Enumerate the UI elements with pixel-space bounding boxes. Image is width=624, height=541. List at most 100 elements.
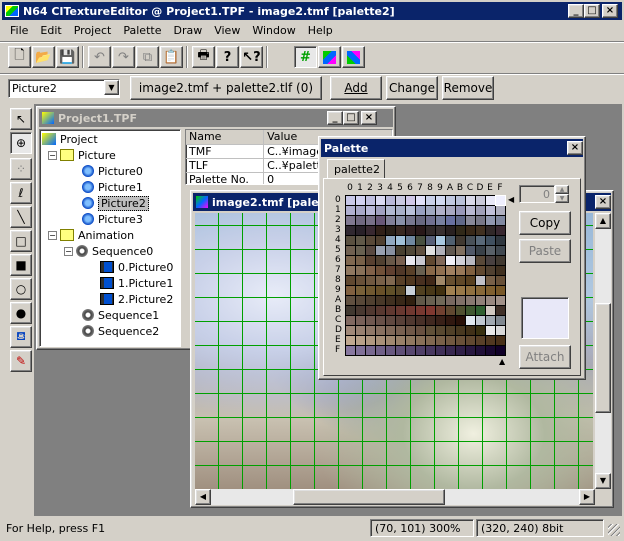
tree-sequence1[interactable]: Sequence1 xyxy=(82,307,159,323)
palette-swatch[interactable] xyxy=(366,286,375,295)
palette-swatch[interactable] xyxy=(446,196,455,205)
close-button[interactable]: × xyxy=(602,4,618,18)
tree-frame1[interactable]: 1.Picture1 xyxy=(100,275,173,291)
palette-swatch[interactable] xyxy=(356,316,365,325)
palette-swatch[interactable] xyxy=(436,346,445,355)
palette-swatch[interactable] xyxy=(396,246,405,255)
palette-swatch[interactable] xyxy=(486,226,495,235)
fill-tool-icon[interactable]: ⛾ xyxy=(10,326,32,348)
palette-swatch[interactable] xyxy=(466,226,475,235)
palette-swatch[interactable] xyxy=(486,246,495,255)
palette-swatch[interactable] xyxy=(436,266,445,275)
menu-draw[interactable]: Draw xyxy=(167,22,208,40)
palette-swatch[interactable] xyxy=(416,256,425,265)
palette-swatch[interactable] xyxy=(466,346,475,355)
palette-swatch[interactable] xyxy=(416,326,425,335)
palette-swatch[interactable] xyxy=(436,286,445,295)
palette-swatch[interactable] xyxy=(376,196,385,205)
palette-swatch[interactable] xyxy=(456,316,465,325)
lasso-tool-icon[interactable]: ℓ xyxy=(10,182,32,204)
palette-swatch[interactable] xyxy=(456,306,465,315)
palette-swatch[interactable] xyxy=(436,326,445,335)
palette-swatch[interactable] xyxy=(356,216,365,225)
palette-swatch[interactable] xyxy=(386,306,395,315)
palette-swatch[interactable] xyxy=(356,206,365,215)
menu-view[interactable]: View xyxy=(208,22,246,40)
palette-swatch[interactable] xyxy=(486,256,495,265)
open-icon[interactable]: 📂 xyxy=(32,46,55,68)
palette-swatch[interactable] xyxy=(356,196,365,205)
palette-swatch[interactable] xyxy=(346,266,355,275)
palette-swatch[interactable] xyxy=(496,226,505,235)
palette-swatch[interactable] xyxy=(346,246,355,255)
palette-swatch[interactable] xyxy=(406,206,415,215)
palette-swatch[interactable] xyxy=(416,266,425,275)
tree-picture3[interactable]: Picture3 xyxy=(82,211,143,227)
palette-swatch[interactable] xyxy=(466,236,475,245)
palette-swatch[interactable] xyxy=(366,226,375,235)
copy-icon[interactable]: ⧉ xyxy=(136,46,159,68)
palette-swatch[interactable] xyxy=(486,266,495,275)
spray-tool-icon[interactable]: ⁘ xyxy=(10,158,32,180)
palette-swatch[interactable] xyxy=(436,276,445,285)
collapse-icon[interactable]: − xyxy=(48,150,57,160)
tree-frame0[interactable]: 0.Picture0 xyxy=(100,259,173,275)
palette-swatch[interactable] xyxy=(476,346,485,355)
palette-swatch[interactable] xyxy=(406,286,415,295)
palette-swatch[interactable] xyxy=(396,256,405,265)
palette-swatch[interactable] xyxy=(406,236,415,245)
palette-swatch[interactable] xyxy=(366,296,375,305)
filled-rectangle-tool-icon[interactable]: ■ xyxy=(10,254,32,276)
palette-swatch[interactable] xyxy=(486,286,495,295)
palette-swatch[interactable] xyxy=(346,296,355,305)
palette-swatch[interactable] xyxy=(496,336,505,345)
tree-animation-folder[interactable]: − Animation xyxy=(48,227,134,243)
palette-swatch[interactable] xyxy=(386,196,395,205)
palette-swatch[interactable] xyxy=(476,316,485,325)
palette-swatch[interactable] xyxy=(366,236,375,245)
palette-swatch[interactable] xyxy=(376,216,385,225)
palette-swatch[interactable] xyxy=(366,326,375,335)
palette-swatch[interactable] xyxy=(486,196,495,205)
palette-swatch[interactable] xyxy=(356,276,365,285)
spin-down-icon[interactable]: ▼ xyxy=(555,194,569,203)
palette-swatch[interactable] xyxy=(346,196,355,205)
palette-swatch[interactable] xyxy=(386,296,395,305)
palette-swatch[interactable] xyxy=(416,316,425,325)
palette-swatch[interactable] xyxy=(436,196,445,205)
palette-swatch[interactable] xyxy=(406,196,415,205)
palette-swatch[interactable] xyxy=(376,336,385,345)
print-icon[interactable]: 🖶 xyxy=(192,46,215,68)
collapse-icon[interactable]: − xyxy=(48,230,57,240)
palette-swatch[interactable] xyxy=(386,206,395,215)
palette-grid[interactable] xyxy=(345,195,506,356)
new-icon[interactable]: 🗋 xyxy=(8,46,31,68)
palette-swatch[interactable] xyxy=(386,286,395,295)
palette-swatch[interactable] xyxy=(456,266,465,275)
palette-swatch[interactable] xyxy=(406,346,415,355)
palette-swatch[interactable] xyxy=(416,276,425,285)
palette-swatch[interactable] xyxy=(446,236,455,245)
palette-swatch[interactable] xyxy=(476,276,485,285)
palette-swatch[interactable] xyxy=(456,276,465,285)
tree-project[interactable]: Project xyxy=(42,131,98,147)
palette-swatch[interactable] xyxy=(476,206,485,215)
palette-swatch[interactable] xyxy=(406,216,415,225)
palette-swatch[interactable] xyxy=(426,196,435,205)
palette-swatch[interactable] xyxy=(476,246,485,255)
maximize-button[interactable]: □ xyxy=(584,4,600,18)
attach-button[interactable]: Attach xyxy=(519,345,571,369)
palette-swatch[interactable] xyxy=(466,276,475,285)
palette-swatch[interactable] xyxy=(416,206,425,215)
paste-button[interactable]: Paste xyxy=(519,239,571,263)
palette-swatch[interactable] xyxy=(406,306,415,315)
palette-swatch[interactable] xyxy=(436,246,445,255)
palette-swatch[interactable] xyxy=(376,326,385,335)
palette-swatch[interactable] xyxy=(446,206,455,215)
palette-swatch[interactable] xyxy=(386,346,395,355)
picture-select[interactable]: Picture2 ▼ xyxy=(8,79,120,98)
palette-swatch[interactable] xyxy=(426,296,435,305)
palette-swatch[interactable] xyxy=(496,316,505,325)
palette-swatch[interactable] xyxy=(456,256,465,265)
palette-swatch[interactable] xyxy=(476,256,485,265)
